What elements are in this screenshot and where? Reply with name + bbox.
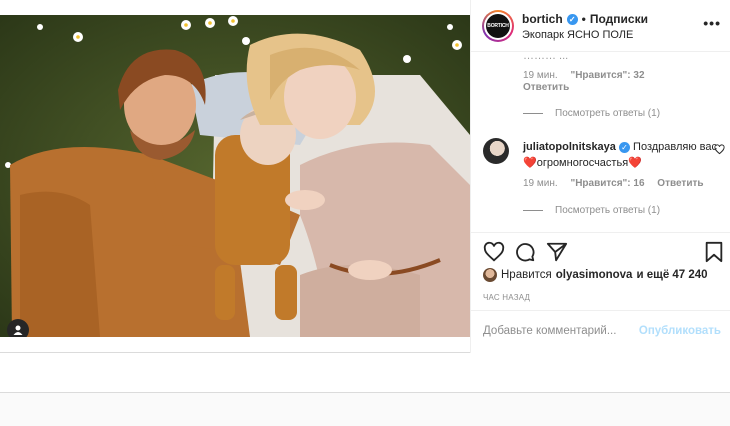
- comment-reply-line: Ответить: [523, 82, 569, 93]
- next-post-section: [0, 353, 730, 393]
- divider-line: [523, 210, 543, 211]
- comment-body: juliatopolnitskaya ✓ Поздравляю вас❤️огр…: [523, 139, 718, 171]
- view-replies-label: Посмотреть ответы (1): [555, 205, 661, 216]
- avatar-logo: BORTICH: [486, 14, 510, 38]
- reply-button[interactable]: Ответить: [657, 178, 703, 189]
- family-photo-illustration: [0, 15, 470, 337]
- comment-meta: 19 мин. "Нравится": 32: [523, 70, 645, 81]
- post: BORTICH bortich ✓ • Подписки Экопарк ЯСН…: [0, 0, 730, 353]
- user-tag-icon[interactable]: [7, 319, 29, 337]
- comment-likes-count[interactable]: "Нравится": 16: [570, 178, 644, 189]
- page-background: [0, 393, 730, 426]
- comment-like-heart-icon[interactable]: [714, 144, 725, 155]
- share-icon[interactable]: [546, 241, 568, 263]
- comment-input[interactable]: Добавьте комментарий...: [483, 325, 616, 337]
- likes-prefix: Нравится: [501, 269, 552, 281]
- comment-likes-count[interactable]: "Нравится": 32: [570, 70, 644, 81]
- comment-text-truncated: ……… ...: [523, 52, 569, 62]
- add-comment-bar: Добавьте комментарий... Опубликовать: [471, 310, 730, 353]
- separator: •: [581, 12, 586, 26]
- likes-count[interactable]: и ещё 47 240: [636, 269, 707, 281]
- comments-list: ……… ... 19 мин. "Нравится": 32 Ответить …: [471, 52, 730, 232]
- comment-avatar[interactable]: [483, 138, 509, 164]
- post-photo[interactable]: [0, 15, 470, 337]
- comment-time: 19 мин.: [523, 70, 558, 81]
- view-replies-label: Посмотреть ответы (1): [555, 108, 661, 119]
- post-header: BORTICH bortich ✓ • Подписки Экопарк ЯСН…: [471, 0, 730, 52]
- username-link[interactable]: bortich: [522, 12, 563, 26]
- avatar[interactable]: BORTICH: [482, 10, 514, 42]
- location-link[interactable]: Экопарк ЯСНО ПОЛЕ: [522, 29, 633, 41]
- likes-summary[interactable]: Нравится olyasimonova и ещё 47 240: [483, 268, 708, 282]
- header-user-line: bortich ✓ • Подписки: [522, 12, 648, 26]
- liker-username[interactable]: olyasimonova: [556, 269, 633, 281]
- comment-username[interactable]: juliatopolnitskaya: [523, 141, 616, 153]
- verified-badge-icon: ✓: [566, 13, 578, 25]
- comment-icon[interactable]: [514, 241, 536, 263]
- post-time: ЧАС НАЗАД: [483, 293, 531, 302]
- bookmark-icon[interactable]: [703, 241, 725, 263]
- heart-icon[interactable]: [483, 241, 505, 263]
- verified-badge-icon: ✓: [618, 142, 630, 153]
- view-replies-button[interactable]: Посмотреть ответы (1): [523, 108, 660, 119]
- publish-button[interactable]: Опубликовать: [639, 325, 721, 337]
- divider-line: [523, 113, 543, 114]
- view-replies-button[interactable]: Посмотреть ответы (1): [523, 205, 660, 216]
- comment-time: 19 мин.: [523, 178, 558, 189]
- liker-avatar: [483, 268, 497, 282]
- reply-button[interactable]: Ответить: [523, 82, 569, 93]
- post-actions: Нравится olyasimonova и ещё 47 240 ЧАС Н…: [471, 232, 730, 322]
- more-icon[interactable]: •••: [703, 15, 721, 31]
- comment-meta: 19 мин. "Нравится": 16 Ответить: [523, 178, 704, 189]
- following-button[interactable]: Подписки: [590, 12, 648, 26]
- post-sidebar: BORTICH bortich ✓ • Подписки Экопарк ЯСН…: [470, 0, 730, 353]
